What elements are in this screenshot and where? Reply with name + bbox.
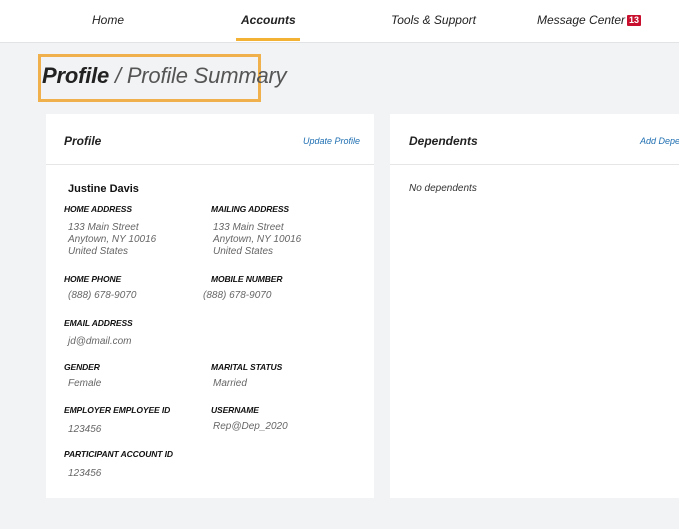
dependents-card: Dependents Add Depe bbox=[390, 114, 679, 498]
participant-account-id-label: PARTICIPANT ACCOUNT ID bbox=[64, 449, 173, 459]
participant-account-id-value: 123456 bbox=[68, 468, 102, 479]
message-count-badge: 13 bbox=[627, 15, 642, 26]
profile-name: Justine Davis bbox=[68, 183, 139, 195]
mailing-address-line-3: United States bbox=[213, 246, 274, 257]
nav-tools-support[interactable]: Tools & Support bbox=[391, 0, 476, 42]
gender-value: Female bbox=[68, 378, 102, 389]
nav-message-center-label: Message Center bbox=[537, 13, 626, 27]
nav-accounts[interactable]: Accounts bbox=[241, 0, 296, 42]
breadcrumb-profile[interactable]: Profile bbox=[42, 63, 109, 88]
mailing-address-label: MAILING ADDRESS bbox=[211, 204, 289, 214]
nav-message-center[interactable]: Message Center 13 bbox=[537, 0, 642, 42]
home-phone-value: (888) 678-9070 bbox=[68, 290, 137, 301]
active-tab-underline bbox=[236, 38, 300, 41]
mobile-number-value: (888) 678-9070 bbox=[203, 290, 272, 301]
marital-status-label: MARITAL STATUS bbox=[211, 362, 283, 372]
home-address-line-1: 133 Main Street bbox=[68, 222, 139, 233]
nav-home[interactable]: Home bbox=[92, 0, 124, 42]
marital-status-value: Married bbox=[213, 378, 247, 389]
profile-card-header: Profile Update Profile bbox=[46, 114, 374, 165]
dependents-card-title: Dependents bbox=[409, 134, 478, 148]
home-address-line-2: Anytown, NY 10016 bbox=[68, 234, 157, 245]
username-value: Rep@Dep_2020 bbox=[213, 421, 288, 432]
breadcrumb-profile-summary: Profile Summary bbox=[126, 63, 287, 88]
add-dependent-link[interactable]: Add Depe bbox=[640, 136, 679, 146]
top-nav: Home Accounts Tools & Support Message Ce… bbox=[0, 0, 679, 43]
update-profile-link[interactable]: Update Profile bbox=[303, 136, 360, 146]
email-address-label: EMAIL ADDRESS bbox=[64, 318, 133, 328]
profile-card: Profile Update Profile bbox=[46, 114, 374, 498]
mobile-number-label: MOBILE NUMBER bbox=[211, 274, 283, 284]
home-address-line-3: United States bbox=[68, 246, 129, 257]
dependents-card-header: Dependents Add Depe bbox=[390, 114, 679, 165]
breadcrumb-separator: / bbox=[109, 63, 127, 88]
gender-label: GENDER bbox=[64, 362, 100, 372]
profile-card-title: Profile bbox=[64, 134, 102, 148]
mailing-address-line-1: 133 Main Street bbox=[213, 222, 284, 233]
mailing-address-line-2: Anytown, NY 10016 bbox=[213, 234, 302, 245]
employer-employee-id-value: 123456 bbox=[68, 424, 102, 435]
no-dependents-text: No dependents bbox=[409, 183, 477, 194]
employer-employee-id-label: EMPLOYER EMPLOYEE ID bbox=[64, 405, 171, 415]
email-address-value: jd@dmail.com bbox=[68, 336, 132, 347]
home-phone-label: HOME PHONE bbox=[64, 274, 122, 284]
page-title: Profile / Profile Summary bbox=[42, 63, 287, 89]
home-address-label: HOME ADDRESS bbox=[64, 204, 132, 214]
username-label: USERNAME bbox=[211, 405, 259, 415]
